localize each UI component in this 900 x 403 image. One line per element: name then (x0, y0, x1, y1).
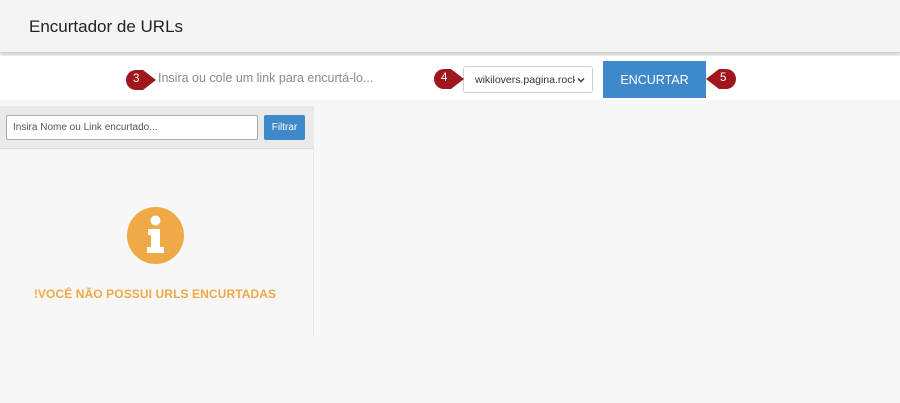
marker-4: 4 (433, 68, 465, 90)
marker-5-label: 5 (720, 72, 727, 84)
url-input[interactable] (158, 65, 440, 91)
app-header: Encurtador de URLs (0, 0, 900, 53)
filter-bar: Filtrar (0, 106, 314, 149)
marker-3: 3 (125, 69, 157, 91)
page-title: Encurtador de URLs (29, 17, 184, 36)
marker-3-label: 3 (133, 73, 140, 85)
marker-4-shape (434, 69, 464, 89)
info-icon (127, 207, 184, 264)
domain-select[interactable]: wikilovers.pagina.rocks (463, 66, 593, 93)
marker-5: 5 (705, 68, 737, 90)
filter-button[interactable]: Filtrar (264, 115, 305, 140)
chevron-down-icon (577, 78, 585, 83)
sidebar: Filtrar !VOCÊ NÃO POSSUI URLS ENCURTADAS (0, 106, 314, 336)
shorten-button[interactable]: ENCURTAR (603, 61, 706, 98)
marker-3-shape (126, 70, 156, 90)
marker-4-label: 4 (441, 72, 448, 84)
empty-state-message: !VOCÊ NÃO POSSUI URLS ENCURTADAS (33, 287, 277, 301)
domain-select-value: wikilovers.pagina.rocks (475, 74, 575, 86)
filter-input[interactable] (6, 115, 258, 140)
